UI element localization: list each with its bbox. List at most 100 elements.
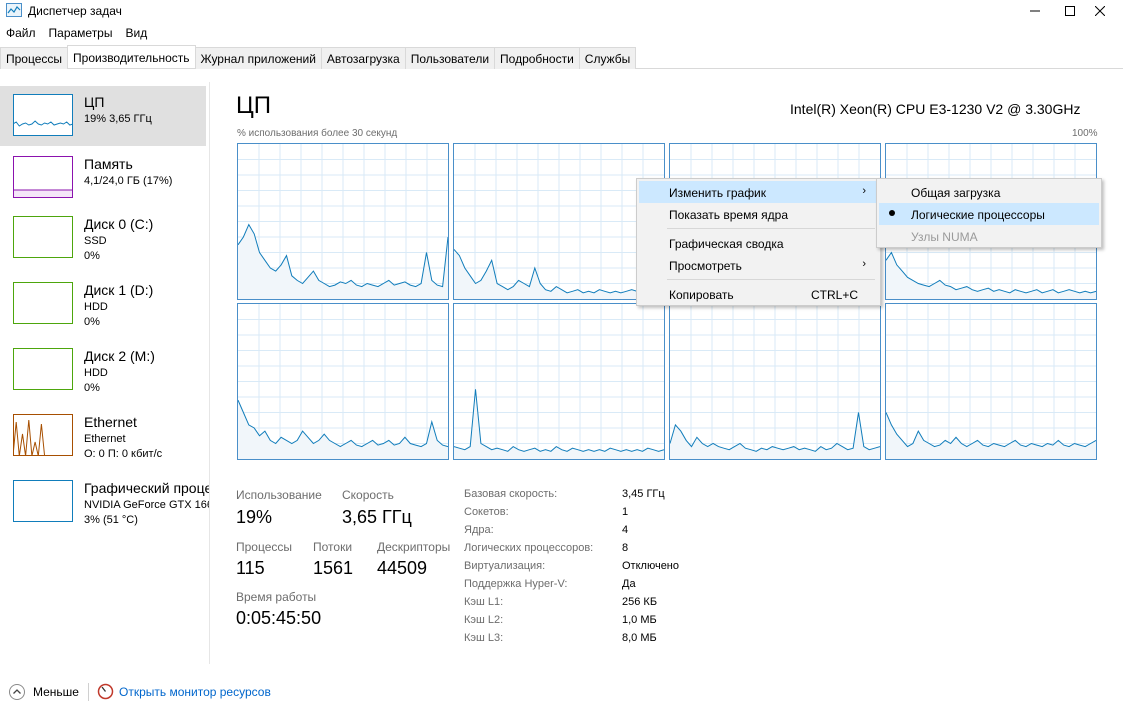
uptime-value: 0:05:45:50	[236, 608, 322, 628]
ethernet-thumbnail	[13, 414, 73, 456]
menu-item-label: Просмотреть	[669, 259, 742, 273]
minimize-icon	[1030, 10, 1040, 12]
footer-bar: Меньше Открыть монитор ресурсов	[0, 680, 1123, 704]
sidebar-item-type: HDD	[84, 367, 108, 379]
menu-item-label: Копировать	[669, 288, 734, 302]
menu-options[interactable]: Параметры	[43, 24, 120, 44]
close-icon	[1095, 6, 1105, 16]
detail-value: Да	[622, 578, 636, 590]
menu-item-change-graph[interactable]: Изменить график ›	[639, 181, 878, 203]
cpu-core-graph-5	[453, 303, 665, 460]
handles-value: 44509	[377, 558, 428, 578]
sidebar-item-type: Ethernet	[84, 433, 126, 445]
chevron-up-icon[interactable]	[9, 684, 25, 700]
submenu-item-logical[interactable]: Логические процессоры	[879, 203, 1099, 225]
submenu-item-overall[interactable]: Общая загрузка	[879, 181, 1099, 203]
sidebar-item-label: Ethernet	[84, 414, 137, 430]
disk2-thumbnail	[13, 348, 73, 390]
cpu-core-graph-0	[237, 143, 449, 300]
menu-item-shortcut: CTRL+C	[810, 288, 858, 302]
menu-item-copy[interactable]: Копировать CTRL+C	[639, 283, 878, 305]
thumbnail-fill	[14, 190, 72, 197]
tab-startup[interactable]: Автозагрузка	[320, 47, 406, 69]
thumbnail-frame	[13, 348, 73, 390]
menu-item-graph-summary[interactable]: Графическая сводка	[639, 232, 878, 254]
tab-details[interactable]: Подробности	[494, 47, 580, 69]
title-bar: Диспетчер задач	[0, 0, 1123, 22]
thumbnail-frame	[13, 216, 73, 258]
submenu-item-numa: Узлы NUMA	[911, 230, 978, 244]
tab-processes[interactable]: Процессы	[0, 47, 69, 69]
menu-bar: Файл Параметры Вид	[0, 24, 154, 44]
graph-context-menu: Изменить график › Показать время ядра Гр…	[636, 178, 881, 306]
graph-max-label: 100%	[1072, 128, 1098, 139]
open-resource-monitor-link[interactable]: Открыть монитор ресурсов	[119, 685, 271, 699]
resource-monitor-icon	[97, 683, 114, 700]
maximize-icon	[1065, 6, 1075, 16]
usage-value: 19%	[236, 507, 273, 527]
sidebar-item-gpu[interactable]: Графический процессор 0 NVIDIA GeForce G…	[0, 472, 209, 532]
disk1-thumbnail	[13, 282, 73, 324]
usage-label: Использование	[236, 488, 322, 502]
menu-file[interactable]: Файл	[0, 24, 43, 44]
resource-sidebar: ЦП 19% 3,65 ГГц Память 4,1/24,0 ГБ (17%)…	[0, 82, 210, 664]
detail-value: 8	[622, 542, 629, 554]
close-button[interactable]	[1077, 0, 1123, 22]
sidebar-item-label: Графический процессор 0	[84, 480, 209, 496]
chevron-right-icon: ›	[862, 258, 866, 270]
chevron-right-icon: ›	[862, 185, 866, 197]
thumbnail-frame	[13, 282, 73, 324]
cpu-core-graph-4	[237, 303, 449, 460]
thumbnail-frame	[13, 94, 73, 136]
detail-value: Отключено	[622, 560, 679, 572]
menu-item-show-kernel-time[interactable]: Показать время ядра	[639, 203, 878, 225]
detail-label: Ядра:	[464, 524, 494, 536]
sidebar-item-label: ЦП	[84, 94, 105, 110]
detail-value: 1	[622, 506, 629, 518]
memory-thumbnail	[13, 156, 73, 198]
selected-bullet-icon	[889, 210, 895, 216]
cpu-model-name: Intel(R) Xeon(R) CPU E3-1230 V2 @ 3.30GH…	[790, 101, 1081, 117]
detail-label: Логических процессоров:	[464, 542, 594, 554]
menu-view[interactable]: Вид	[119, 24, 154, 44]
sidebar-item-value: 0%	[84, 382, 100, 394]
gpu-thumbnail	[13, 480, 73, 522]
sidebar-item-disk2[interactable]: Диск 2 (M:) HDD 0%	[0, 340, 206, 400]
sidebar-item-value: 0%	[84, 316, 100, 328]
handles-label: Дескрипторы	[377, 540, 451, 554]
sidebar-item-label: Диск 1 (D:)	[84, 282, 154, 298]
window-title: Диспетчер задач	[28, 4, 122, 18]
tab-performance[interactable]: Производительность	[67, 45, 196, 68]
detail-label: Базовая скорость:	[464, 488, 558, 500]
task-manager-icon	[6, 3, 22, 17]
speed-value: 3,65 ГГц	[342, 507, 412, 527]
detail-label: Кэш L1:	[464, 596, 504, 608]
sidebar-item-type: NVIDIA GeForce GTX 1660	[84, 499, 209, 511]
detail-value: 8,0 МБ	[622, 632, 657, 644]
tab-users[interactable]: Пользователи	[404, 47, 496, 69]
sidebar-item-memory[interactable]: Память 4,1/24,0 ГБ (17%)	[0, 148, 206, 208]
cpu-thumbnail	[13, 94, 73, 136]
tab-app-history[interactable]: Журнал приложений	[194, 47, 322, 69]
sidebar-item-disk0[interactable]: Диск 0 (C:) SSD 0%	[0, 208, 206, 268]
fewer-details-button[interactable]: Меньше	[33, 685, 79, 699]
detail-label: Поддержка Hyper-V:	[464, 578, 568, 590]
threads-label: Потоки	[313, 540, 353, 554]
sidebar-item-value: 19% 3,65 ГГц	[84, 113, 152, 125]
sidebar-item-label: Память	[84, 156, 133, 172]
cpu-core-graph-1	[453, 143, 665, 300]
detail-value: 1,0 МБ	[622, 614, 657, 626]
threads-value: 1561	[313, 558, 354, 578]
sidebar-item-cpu[interactable]: ЦП 19% 3,65 ГГц	[0, 86, 206, 146]
sidebar-item-value: 0%	[84, 250, 100, 262]
sidebar-item-ethernet[interactable]: Ethernet Ethernet О: 0 П: 0 кбит/с	[0, 406, 206, 466]
sidebar-item-disk1[interactable]: Диск 1 (D:) HDD 0%	[0, 274, 206, 334]
submenu-item-label: Логические процессоры	[911, 208, 1045, 222]
speed-label: Скорость	[342, 488, 394, 502]
tab-services[interactable]: Службы	[578, 47, 637, 69]
menu-item-view[interactable]: Просмотреть ›	[639, 254, 878, 276]
sidebar-item-label: Диск 2 (M:)	[84, 348, 155, 364]
uptime-label: Время работы	[236, 590, 317, 604]
sidebar-item-type: SSD	[84, 235, 107, 247]
disk0-thumbnail	[13, 216, 73, 258]
